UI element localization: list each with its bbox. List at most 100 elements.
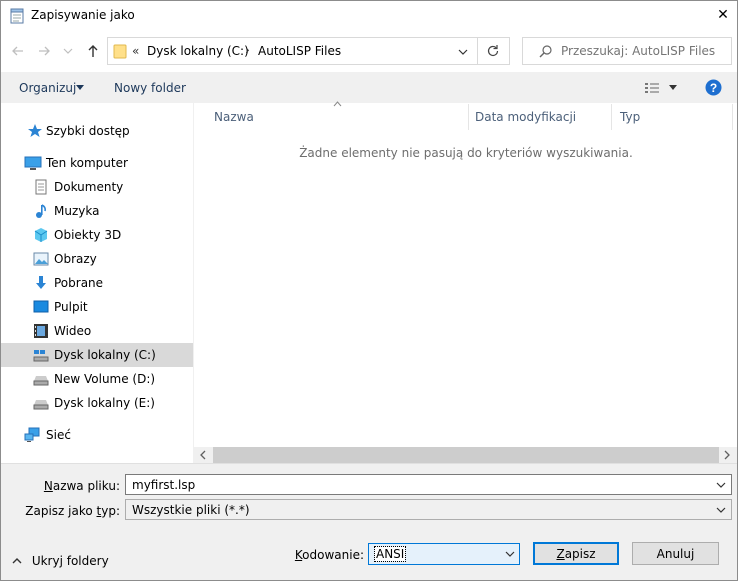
nav-item-quick-access[interactable]: Szybki dostęp — [0, 119, 193, 143]
view-options-dropdown[interactable] — [669, 85, 677, 91]
filetype-label: Zapisz jako typ: — [25, 504, 120, 518]
refresh-button[interactable] — [478, 37, 510, 65]
navigation-pane: Szybki dostęp Ten komputer Dokumenty Muz… — [0, 103, 194, 463]
nav-item-drive-c[interactable]: Dysk lokalny (C:) — [0, 343, 193, 367]
pictures-icon — [33, 251, 49, 267]
close-button[interactable]: ✕ — [707, 1, 738, 31]
download-icon — [33, 275, 49, 291]
desktop-icon — [33, 299, 49, 315]
nav-label: Pulpit — [54, 300, 88, 314]
nav-item-drive-d[interactable]: New Volume (D:) — [0, 367, 193, 391]
column-header-label: Typ — [620, 110, 641, 124]
search-input[interactable] — [561, 42, 729, 60]
scroll-left-button[interactable] — [198, 450, 208, 460]
arrow-up-icon — [88, 45, 98, 57]
chevron-down-icon — [716, 507, 726, 513]
filetype-value: Wszystkie pliki (*.*) — [132, 503, 250, 517]
hide-folders-button[interactable]: Ukryj foldery — [12, 553, 109, 568]
close-icon: ✕ — [717, 7, 729, 23]
column-header-label: Data modyfikacji — [475, 110, 577, 124]
computer-icon — [24, 155, 42, 171]
music-icon — [33, 203, 49, 219]
cancel-button[interactable]: Anuluj — [632, 542, 719, 565]
breadcrumb-overflow[interactable]: « — [132, 44, 139, 58]
up-button[interactable] — [85, 43, 101, 59]
nav-label: Dysk lokalny (C:) — [54, 348, 156, 362]
refresh-icon — [487, 45, 499, 57]
caret-down-icon — [76, 85, 84, 90]
organize-button[interactable]: Organizuj — [19, 81, 76, 95]
scroll-right-button[interactable] — [722, 450, 732, 460]
new-folder-button[interactable]: Nowy folder — [114, 81, 186, 95]
chevron-right-icon — [724, 450, 730, 460]
drive-icon — [33, 395, 49, 411]
view-options-button[interactable] — [644, 81, 660, 95]
nav-label: Dokumenty — [54, 180, 124, 194]
nav-label: Wideo — [54, 324, 92, 338]
column-divider[interactable] — [468, 104, 469, 130]
chevron-left-icon — [200, 450, 206, 460]
filename-input[interactable]: myfirst.lsp — [125, 474, 732, 495]
nav-label: Ten komputer — [46, 156, 128, 170]
address-history-button[interactable] — [458, 47, 468, 57]
filetype-dropdown-button[interactable] — [716, 506, 726, 514]
encoding-dropdown-button[interactable] — [505, 550, 515, 558]
forward-button[interactable] — [36, 43, 52, 59]
search-box[interactable] — [522, 37, 732, 65]
nav-item-pictures[interactable]: Obrazy — [0, 247, 193, 271]
star-icon — [27, 123, 43, 139]
nav-item-documents[interactable]: Dokumenty — [0, 175, 193, 199]
search-icon — [539, 45, 552, 58]
filename-value: myfirst.lsp — [132, 478, 196, 492]
filename-history-button[interactable] — [716, 481, 726, 489]
video-icon — [33, 323, 49, 339]
back-button[interactable] — [10, 43, 26, 59]
breadcrumb-item[interactable]: Dysk lokalny (C:) — [147, 44, 249, 58]
notepad-icon — [10, 8, 24, 24]
nav-label: Pobrane — [54, 276, 104, 290]
column-divider[interactable] — [732, 104, 733, 130]
drive-icon — [33, 371, 49, 387]
recent-locations-button[interactable] — [63, 46, 73, 56]
breadcrumb-separator[interactable]: › — [245, 43, 250, 57]
cube-icon — [33, 227, 49, 243]
hide-folders-label: Ukryj foldery — [31, 553, 109, 568]
nav-item-drive-e[interactable]: Dysk lokalny (E:) — [0, 391, 193, 415]
encoding-value: ANSI — [373, 546, 407, 562]
chevron-up-icon — [12, 557, 22, 563]
filename-label: Nazwa pliku: — [43, 479, 120, 493]
nav-item-this-pc[interactable]: Ten komputer — [0, 151, 193, 175]
details-view-icon — [645, 83, 659, 93]
column-divider[interactable] — [611, 104, 612, 130]
chevron-down-icon — [63, 48, 73, 54]
save-button[interactable]: Zapisz — [533, 542, 619, 565]
chevron-down-icon — [716, 482, 726, 488]
nav-item-music[interactable]: Muzyka — [0, 199, 193, 223]
address-bar[interactable]: « Dysk lokalny (C:) › AutoLISP Files — [107, 37, 478, 65]
help-icon: ? — [705, 79, 722, 96]
breadcrumb-item[interactable]: AutoLISP Files — [258, 44, 341, 58]
nav-label: Sieć — [46, 428, 71, 442]
organize-dropdown[interactable] — [76, 85, 84, 91]
column-header-date[interactable]: Data modyfikacji — [475, 104, 611, 130]
filetype-select[interactable]: Wszystkie pliki (*.*) — [125, 499, 732, 520]
nav-item-downloads[interactable]: Pobrane — [0, 271, 193, 295]
chevron-down-icon — [458, 49, 468, 55]
arrow-right-icon — [39, 46, 50, 56]
column-header-name[interactable]: Nazwa — [214, 104, 468, 130]
toolbar — [0, 72, 738, 103]
nav-item-network[interactable]: Sieć — [0, 423, 193, 447]
arrow-left-icon — [12, 46, 23, 56]
nav-label: Dysk lokalny (E:) — [54, 396, 155, 410]
column-header-type[interactable]: Typ — [620, 104, 730, 130]
nav-item-videos[interactable]: Wideo — [0, 319, 193, 343]
column-header-label: Nazwa — [214, 110, 254, 124]
scrollbar-thumb[interactable] — [213, 447, 719, 463]
help-button[interactable]: ? — [705, 79, 722, 96]
nav-item-3d-objects[interactable]: Obiekty 3D — [0, 223, 193, 247]
drive-windows-icon — [33, 347, 49, 363]
svg-text:?: ? — [710, 81, 717, 95]
encoding-select[interactable]: ANSI — [368, 543, 520, 565]
encoding-label: Kodowanie: — [294, 548, 364, 562]
nav-item-desktop[interactable]: Pulpit — [0, 295, 193, 319]
